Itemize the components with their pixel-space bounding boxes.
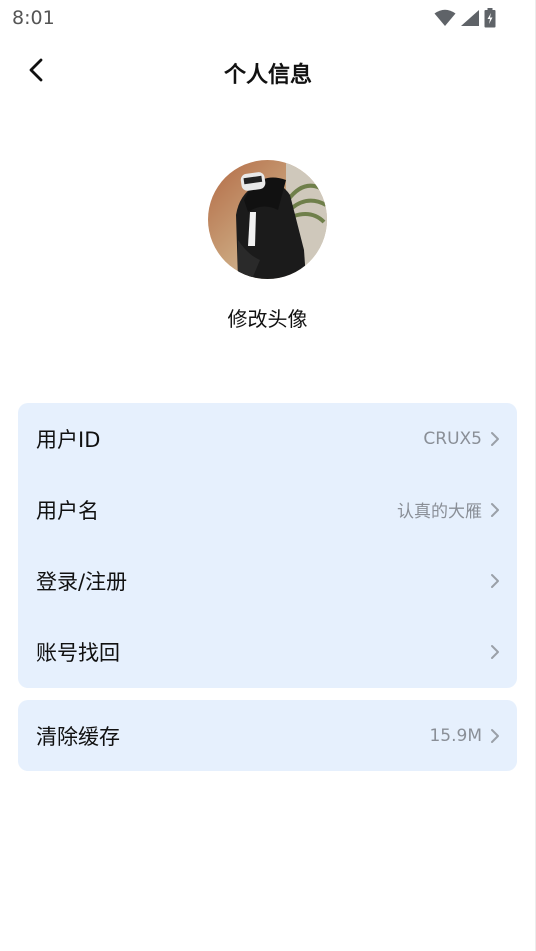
cache-size-value: 15.9M (429, 725, 482, 746)
login-register-label: 登录/注册 (36, 569, 128, 594)
header: 个人信息 (0, 44, 536, 100)
signal-icon (460, 9, 480, 27)
status-time: 8:01 (12, 7, 55, 29)
account-recovery-label: 账号找回 (36, 640, 120, 665)
cache-card: 清除缓存 15.9M (18, 700, 517, 771)
chevron-right-icon (490, 644, 500, 660)
clear-cache-label: 清除缓存 (36, 724, 120, 749)
chevron-right-icon (490, 728, 500, 744)
username-value: 认真的大雁 (397, 502, 482, 522)
wifi-icon (434, 9, 456, 27)
user-id-label: 用户ID (36, 427, 101, 452)
account-recovery-row[interactable]: 账号找回 (18, 616, 517, 687)
chevron-right-icon (490, 573, 500, 589)
username-label: 用户名 (36, 498, 99, 523)
status-bar: 8:01 (0, 0, 536, 36)
battery-icon (484, 8, 496, 28)
change-avatar-label[interactable]: 修改头像 (0, 303, 535, 332)
avatar[interactable] (208, 160, 327, 279)
username-row[interactable]: 用户名 认真的大雁 (18, 474, 517, 545)
screen: 8:01 个人信息 修改头像 用户ID CRUX5 用户名 认真的大雁 登录/注… (0, 0, 536, 951)
avatar-image (208, 160, 327, 279)
page-title: 个人信息 (223, 63, 312, 88)
clear-cache-row[interactable]: 清除缓存 15.9M (18, 700, 517, 771)
login-register-row[interactable]: 登录/注册 (18, 545, 517, 616)
status-icons (434, 8, 496, 28)
chevron-right-icon (490, 502, 500, 518)
user-id-value: CRUX5 (423, 428, 482, 449)
chevron-right-icon (490, 431, 500, 447)
profile-settings-card: 用户ID CRUX5 用户名 认真的大雁 登录/注册 账号找回 (18, 403, 517, 688)
user-id-row[interactable]: 用户ID CRUX5 (18, 403, 517, 474)
